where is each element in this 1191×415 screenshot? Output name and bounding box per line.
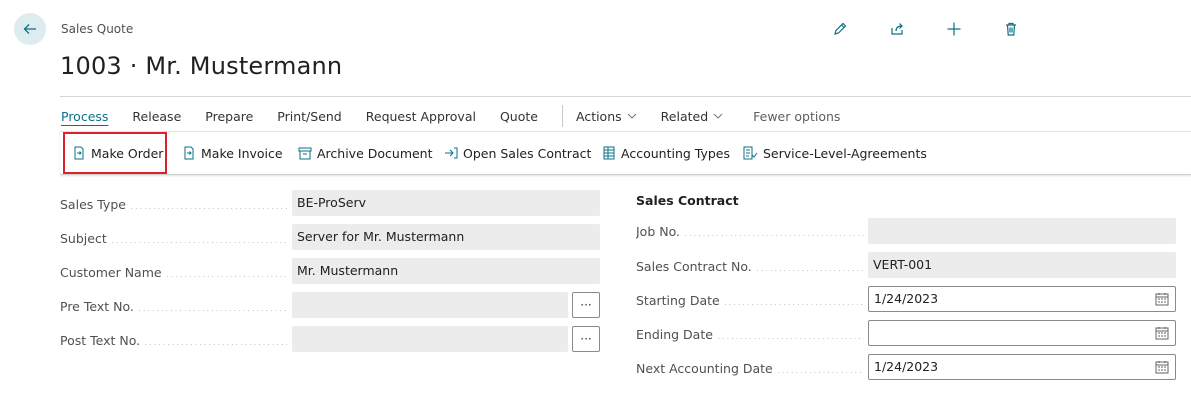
sales-contract-no-label: Sales Contract No. xyxy=(636,259,864,274)
fewer-options-link[interactable]: Fewer options xyxy=(753,109,840,124)
make-order-highlight xyxy=(63,132,167,174)
sla-label: Service-Level-Agreements xyxy=(763,145,927,161)
open-sales-contract-label: Open Sales Contract xyxy=(463,145,592,161)
sales-type-row: Sales Type xyxy=(60,191,290,217)
tab-process[interactable]: Process xyxy=(61,109,108,124)
job-no-row: Job No. xyxy=(636,218,866,244)
starting-date-field[interactable]: 1/24/2023 xyxy=(868,286,1176,312)
open-arrow-icon xyxy=(445,147,458,159)
tab-actions-label: Actions xyxy=(575,108,622,124)
page-title: 1003 · Mr. Mustermann xyxy=(60,52,343,80)
tab-prepare[interactable]: Prepare xyxy=(205,109,253,124)
table-icon xyxy=(603,146,615,160)
ending-date-row: Ending Date xyxy=(636,321,866,347)
document-arrow-icon xyxy=(184,146,194,160)
subject-field[interactable]: Server for Mr. Mustermann xyxy=(292,224,600,250)
pre-text-field[interactable] xyxy=(292,292,568,318)
customer-name-field[interactable]: Mr. Mustermann xyxy=(292,258,600,284)
sales-type-field[interactable]: BE-ProServ xyxy=(292,190,600,216)
tab-request-approval[interactable]: Request Approval xyxy=(366,109,476,124)
calendar-icon[interactable] xyxy=(1155,326,1169,340)
post-text-field[interactable] xyxy=(292,326,568,352)
next-accounting-date-value: 1/24/2023 xyxy=(874,359,939,374)
delete-button[interactable] xyxy=(999,17,1023,41)
pre-text-label: Pre Text No. xyxy=(60,299,288,314)
chevron-down-icon xyxy=(627,113,637,119)
share-icon xyxy=(891,23,903,35)
subject-row: Subject xyxy=(60,225,290,251)
ending-date-field[interactable] xyxy=(868,320,1176,346)
accounting-types-label: Accounting Types xyxy=(621,145,730,161)
tab-print-send[interactable]: Print/Send xyxy=(277,109,341,124)
calendar-icon[interactable] xyxy=(1155,360,1169,374)
tab-release[interactable]: Release xyxy=(132,109,181,124)
page-caption: Sales Quote xyxy=(61,22,134,36)
tab-related-label: Related xyxy=(660,108,709,124)
back-button[interactable] xyxy=(14,13,46,45)
next-accounting-date-row: Next Accounting Date xyxy=(636,355,866,381)
next-accounting-date-field[interactable]: 1/24/2023 xyxy=(868,354,1176,380)
arrow-left-icon xyxy=(23,24,36,34)
make-invoice-button[interactable]: Make Invoice xyxy=(182,132,283,174)
starting-date-row: Starting Date xyxy=(636,287,866,313)
pencil-icon xyxy=(834,22,847,35)
next-accounting-date-label: Next Accounting Date xyxy=(636,361,864,376)
sales-contract-no-row: Sales Contract No. xyxy=(636,253,866,279)
header-divider xyxy=(60,96,1191,97)
job-no-label: Job No. xyxy=(636,224,864,239)
share-button[interactable] xyxy=(885,17,909,41)
archive-document-label: Archive Document xyxy=(317,145,433,161)
archive-icon xyxy=(298,147,312,160)
starting-date-label: Starting Date xyxy=(636,293,864,308)
sales-contract-title: Sales Contract xyxy=(636,193,739,208)
ending-date-label: Ending Date xyxy=(636,327,864,342)
trash-icon xyxy=(1006,22,1016,36)
job-no-field[interactable] xyxy=(868,218,1176,244)
tab-actions[interactable]: Actions xyxy=(576,109,637,124)
post-text-label: Post Text No. xyxy=(60,333,288,348)
accounting-types-button[interactable]: Accounting Types xyxy=(602,132,730,174)
subject-label: Subject xyxy=(60,231,288,246)
make-invoice-label: Make Invoice xyxy=(201,145,283,161)
customer-name-label: Customer Name xyxy=(60,265,288,280)
customer-name-row: Customer Name xyxy=(60,259,290,285)
menu-separator xyxy=(561,105,563,127)
archive-document-button[interactable]: Archive Document xyxy=(298,132,433,174)
new-button[interactable] xyxy=(942,17,966,41)
sales-type-label: Sales Type xyxy=(60,197,288,212)
tab-quote[interactable]: Quote xyxy=(500,109,538,124)
list-check-icon xyxy=(743,146,758,160)
starting-date-value: 1/24/2023 xyxy=(874,291,939,306)
pre-text-row: Pre Text No. xyxy=(60,293,290,319)
calendar-icon[interactable] xyxy=(1155,292,1169,306)
tab-related[interactable]: Related xyxy=(661,109,723,124)
top-actions xyxy=(828,17,1056,41)
post-text-lookup-button[interactable]: ··· xyxy=(572,326,600,352)
action-bar: Make Order Make Invoice Archive Document… xyxy=(60,131,1191,175)
post-text-row: Post Text No. xyxy=(60,327,290,353)
plus-icon xyxy=(947,22,961,36)
sales-contract-no-field[interactable]: VERT-001 xyxy=(868,252,1176,278)
pre-text-lookup-button[interactable]: ··· xyxy=(572,292,600,318)
chevron-down-icon xyxy=(713,113,723,119)
sla-button[interactable]: Service-Level-Agreements xyxy=(742,132,927,174)
open-sales-contract-button[interactable]: Open Sales Contract xyxy=(444,132,591,174)
action-menu: Process Release Prepare Print/Send Reque… xyxy=(61,105,864,127)
edit-button[interactable] xyxy=(828,17,852,41)
